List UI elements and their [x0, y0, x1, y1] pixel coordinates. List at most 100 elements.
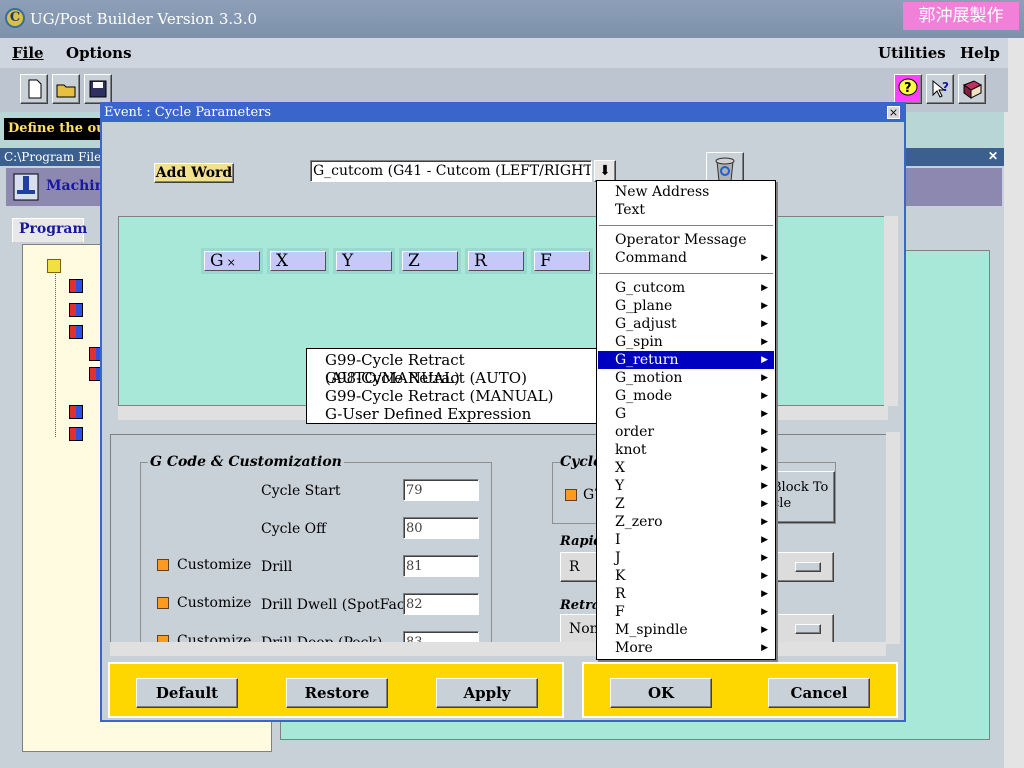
book-icon: [962, 80, 983, 99]
customize-checkbox[interactable]: [157, 559, 169, 571]
menu-item-m-spindle[interactable]: M_spindle ▶: [598, 621, 774, 639]
menu-utilities[interactable]: Utilities: [878, 44, 946, 62]
menu-item-f[interactable]: F ▶: [598, 603, 774, 621]
add-word-button[interactable]: Add Word: [154, 163, 234, 183]
menu-item-z-zero[interactable]: Z_zero ▶: [598, 513, 774, 531]
app-titlebar: C UG/Post Builder Version 3.3.0 郭沖展製作: [0, 0, 1024, 38]
menu-item-label: M_spindle: [615, 622, 688, 638]
menu-item-label: F: [615, 604, 625, 620]
menu-item-label: order: [615, 424, 655, 440]
menu-item-g-spin[interactable]: G_spin ▶: [598, 333, 774, 351]
menu-item-text[interactable]: Text: [598, 201, 774, 219]
cube-icon[interactable]: [69, 279, 83, 293]
cube-icon[interactable]: [69, 427, 83, 441]
ok-button[interactable]: OK: [610, 678, 712, 708]
restore-button[interactable]: Restore: [286, 678, 388, 708]
apply-button[interactable]: Apply: [436, 678, 538, 708]
pointer-question-icon: ?: [932, 79, 949, 98]
menu-item-label: G: [615, 406, 627, 422]
menu-item-more[interactable]: More ▶: [598, 639, 774, 657]
cube-icon[interactable]: [69, 325, 83, 339]
menu-item-z[interactable]: Z ▶: [598, 495, 774, 513]
customize-label: Customize: [177, 557, 252, 573]
word-area-vertical-scrollbar[interactable]: [884, 216, 898, 406]
parameters-vertical-scrollbar[interactable]: [886, 432, 900, 644]
word-chip-label: Y: [342, 251, 354, 271]
cycle-off-field[interactable]: 80: [403, 517, 479, 539]
default-button[interactable]: Default: [136, 678, 238, 708]
g-code-group-legend: G Code & Customization: [148, 454, 344, 470]
word-chip-z[interactable]: Z: [399, 248, 461, 274]
dialog-close-icon[interactable]: ×: [887, 106, 900, 119]
menu-item-label: J: [615, 550, 621, 566]
cube-icon[interactable]: [69, 303, 83, 317]
menu-item-command[interactable]: Command ▶: [598, 249, 774, 267]
tab-program[interactable]: Program: [12, 218, 87, 242]
menu-item-y[interactable]: Y ▶: [598, 477, 774, 495]
drill-dwell-field[interactable]: 82: [403, 593, 479, 615]
svg-text:?: ?: [904, 81, 912, 96]
menu-help[interactable]: Help: [960, 44, 1000, 62]
word-chip-r[interactable]: R: [465, 248, 527, 274]
help-balloon-button[interactable]: ?: [894, 74, 922, 104]
submenu-item[interactable]: G99-Cycle Retract (AUTO/MANUAL): [308, 351, 596, 387]
submenu-arrow-icon: ▶: [761, 301, 768, 311]
submenu-arrow-icon: ▶: [761, 553, 768, 563]
word-chip-label: Z: [408, 251, 420, 271]
submenu-arrow-icon: ▶: [761, 391, 768, 401]
new-file-button[interactable]: [20, 74, 48, 104]
option-menu-indicator-icon: [795, 562, 821, 572]
menu-item-g-adjust[interactable]: G_adjust ▶: [598, 315, 774, 333]
menu-item-i[interactable]: I ▶: [598, 531, 774, 549]
submenu-arrow-icon: ▶: [761, 499, 768, 509]
menu-item-new-address[interactable]: New Address: [598, 183, 774, 201]
cube-icon[interactable]: [69, 405, 83, 419]
menu-item-label: I: [615, 532, 621, 548]
drill-field[interactable]: 81: [403, 555, 479, 577]
menu-file[interactable]: File: [12, 44, 44, 62]
folder-icon[interactable]: [47, 259, 61, 273]
word-chip-f[interactable]: F: [531, 248, 593, 274]
menu-item-label: G_mode: [615, 388, 673, 404]
watermark-text: 郭沖展製作: [903, 2, 1019, 30]
word-chip-label: F: [540, 251, 552, 271]
menu-item-x[interactable]: X ▶: [598, 459, 774, 477]
menu-item-g[interactable]: G ▶: [598, 405, 774, 423]
retract-value: Non: [569, 621, 599, 637]
rapid-value: R: [569, 559, 580, 575]
background-close-icon[interactable]: ✕: [988, 149, 998, 163]
menu-item-k[interactable]: K ▶: [598, 567, 774, 585]
word-chip-g[interactable]: G ×: [201, 248, 263, 274]
menu-item-order[interactable]: order ▶: [598, 423, 774, 441]
open-file-button[interactable]: [52, 74, 80, 104]
menu-item-g-cutcom[interactable]: G_cutcom ▶: [598, 279, 774, 297]
cycle-checkbox[interactable]: [565, 489, 577, 501]
select-dropdown-arrow-icon[interactable]: ⬇: [594, 160, 616, 182]
menu-item-r[interactable]: R ▶: [598, 585, 774, 603]
context-help-button[interactable]: ?: [926, 74, 954, 104]
cycle-start-field[interactable]: 79: [403, 479, 479, 501]
submenu-item[interactable]: G98-Cycle Retract (AUTO): [308, 369, 596, 387]
menu-item-g-mode[interactable]: G_mode ▶: [598, 387, 774, 405]
menu-options[interactable]: Options: [66, 44, 132, 62]
menu-item-label: Command: [615, 250, 688, 266]
menu-item-knot[interactable]: knot ▶: [598, 441, 774, 459]
menu-item-g-motion[interactable]: G_motion ▶: [598, 369, 774, 387]
cancel-button[interactable]: Cancel: [768, 678, 870, 708]
submenu-item[interactable]: G-User Defined Expression: [308, 405, 596, 423]
submenu-item[interactable]: G99-Cycle Retract (MANUAL): [308, 387, 596, 405]
word-select[interactable]: G_cutcom (G41 - Cutcom (LEFT/RIGHT/OFF)): [310, 160, 592, 182]
word-chip-y[interactable]: Y: [333, 248, 395, 274]
customize-checkbox[interactable]: [157, 597, 169, 609]
menu-item-g-plane[interactable]: G_plane ▶: [598, 297, 774, 315]
menu-item-label: More: [615, 640, 653, 656]
menu-item-operator-message[interactable]: Operator Message: [598, 231, 774, 249]
menu-utilities-label: Utilities: [878, 44, 946, 62]
menu-item-g-return[interactable]: G_return ▶: [598, 351, 774, 369]
block-to-cycle-button[interactable]: Block To cle: [767, 471, 835, 523]
word-chip-x[interactable]: X: [267, 248, 329, 274]
save-file-button[interactable]: [84, 74, 112, 104]
menu-item-label: G_plane: [615, 298, 673, 314]
menu-item-j[interactable]: J ▶: [598, 549, 774, 567]
manual-button[interactable]: [958, 74, 986, 104]
